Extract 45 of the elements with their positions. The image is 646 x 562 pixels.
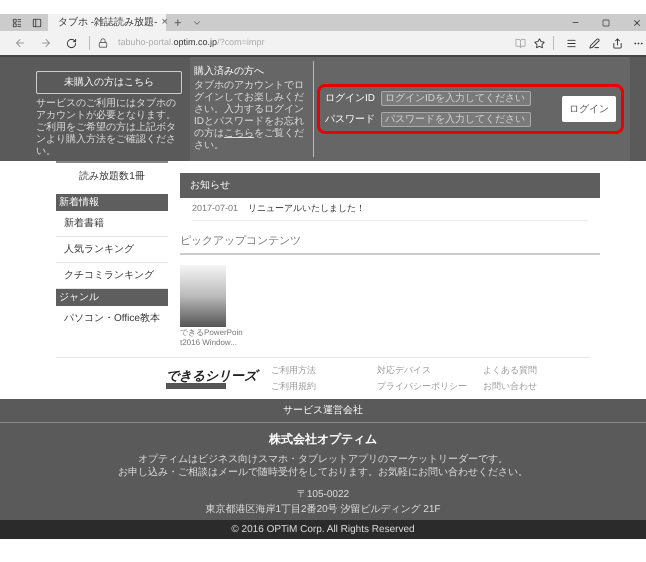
company-description: お申し込み・ご相談はメールで随時受付をしております。お気軽にお問い合わせください。	[118, 466, 528, 479]
login-id-label: ログインID	[325, 92, 376, 106]
browser-tab[interactable]: タブホ -雑誌読み放題- ×	[48, 14, 166, 31]
hub-lines-icon[interactable]	[566, 38, 577, 48]
book-caption[interactable]: できるPowerPoin t2016 Window...	[180, 328, 244, 348]
back-icon[interactable]	[14, 37, 26, 49]
news-title-bar: お知らせ	[180, 173, 600, 198]
signup-note: サービスのご利用にはタブホのアカウントが必要となります。ご利用をご希望の方は上記ボタンより購入方法をご確認ください。	[36, 98, 177, 158]
login-heading: 購入済みの方へ	[194, 64, 265, 79]
pickup-heading: ピックアップコンテンツ	[180, 232, 600, 255]
postal-code: 〒105-0022	[296, 488, 350, 502]
share-icon[interactable]	[612, 38, 623, 48]
login-button[interactable]: ログイン	[562, 96, 616, 122]
news-text[interactable]: リニューアルいたしました！	[248, 202, 366, 216]
close-icon[interactable]	[632, 18, 642, 28]
login-note: タブホのアカウントでログインしてお楽しみください。入力するログインIDとパスワードをお忘れの方はこちら をご覧ください。	[194, 80, 305, 152]
tab-close-button[interactable]: ×	[161, 14, 168, 31]
forward-icon[interactable]	[40, 37, 52, 49]
password-field[interactable]: パスワードを入力してください	[381, 112, 531, 127]
logo-sub-banner	[166, 382, 226, 388]
sidebar-item[interactable]: 人気ランキング	[56, 237, 168, 263]
tabs-aside-icon[interactable]	[32, 18, 42, 28]
copyright-bar: © 2016 OPTiM Corp. All Rights Reserved	[0, 520, 646, 539]
new-tab-button[interactable]: +	[174, 16, 182, 29]
maximize-icon[interactable]	[602, 18, 610, 26]
sidebar-item[interactable]: 新着書籍	[56, 211, 168, 237]
lock-icon	[98, 38, 108, 48]
help-link[interactable]: こちら	[224, 128, 254, 139]
news-date: 2017-07-01	[192, 202, 238, 215]
refresh-icon[interactable]	[66, 38, 77, 48]
favorite-star-icon[interactable]	[534, 38, 545, 48]
company-description: オプティムはビジネス向けスマホ・タブレットアプリのマーケットリーダーです。	[138, 453, 508, 466]
password-label: パスワード	[325, 113, 376, 127]
signup-button[interactable]: 未購入の方はこちら	[36, 71, 182, 94]
company-heading: サービス運営会社	[283, 404, 363, 418]
sidebar-section-header: ジャンル	[56, 289, 168, 306]
pen-icon[interactable]	[589, 38, 600, 48]
login-id-field[interactable]: ログインIDを入力してください	[381, 91, 531, 106]
book-cover-image[interactable]	[180, 265, 226, 327]
tab-list-icon[interactable]	[12, 18, 22, 28]
sidebar-item[interactable]: パソコン・Office教本	[56, 306, 168, 331]
address-url[interactable]: tabuho-portal.optim.co.jp/?com=impr	[118, 36, 264, 50]
company-address: 東京都港区海岸1丁目2番20号 汐留ビルディング 21F	[205, 502, 441, 517]
company-name: 株式会社オプティム	[269, 431, 377, 448]
sidebar-section-header: 新着情報	[56, 194, 168, 211]
